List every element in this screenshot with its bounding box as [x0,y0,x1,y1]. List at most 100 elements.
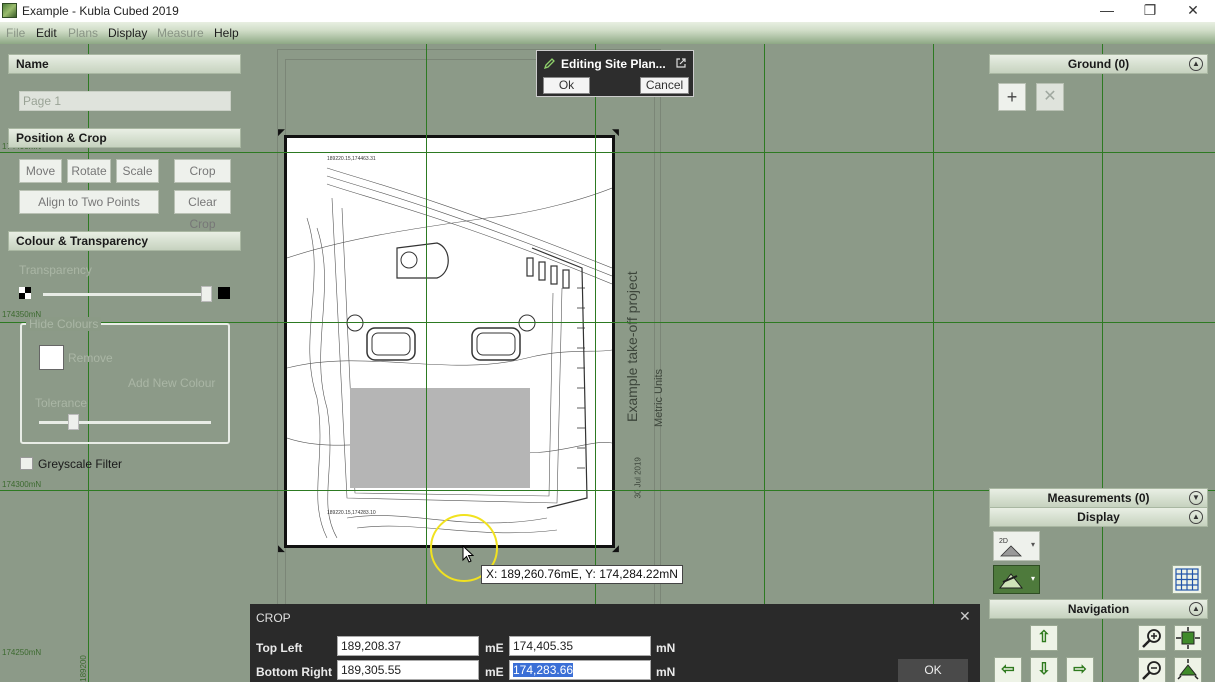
grid-label-east: 189200 [78,655,88,682]
unit-easting-label: mE [485,641,504,655]
align-two-points-button[interactable]: Align to Two Points [19,190,159,214]
add-ground-button[interactable]: + [998,83,1026,111]
surface-icon [998,573,1024,589]
arrow-left-icon: ⇦ [1001,661,1015,678]
zoom-extents-button[interactable] [1174,625,1202,651]
svg-text:2D: 2D [999,538,1008,545]
ground-header[interactable]: Ground (0) ▲ [989,54,1208,74]
measurements-header[interactable]: Measurements (0) ▼ [989,488,1208,508]
tolerance-slider-handle[interactable] [68,414,79,430]
menu-plans[interactable]: Plans [68,26,98,40]
grid-line-vertical [933,44,934,682]
top-left-easting-input[interactable]: 189,208.37 [337,636,479,656]
remove-button[interactable]: Remove [68,351,113,365]
crop-dialog: CROP ✕ Top Left Bottom Right 189,208.37 … [250,604,980,682]
sheet-units: Metric Units [653,368,665,427]
view-2d-dropdown[interactable]: 2D ▾ [993,531,1040,561]
window-title: Example - Kubla Cubed 2019 [22,4,179,18]
bottom-right-northing-input[interactable]: 174,283.66 [509,660,651,680]
menu-file[interactable]: File [6,26,25,40]
grid-label-north: 174300mN [2,480,42,489]
transparency-slider[interactable] [43,293,208,296]
measurements-header-label: Measurements (0) [1047,491,1150,505]
top-left-label: Top Left [256,641,303,655]
pencil-icon [544,58,555,69]
zoom-out-icon [1142,661,1161,680]
transparency-label: Transparency [19,263,92,277]
position-crop-header: Position & Crop [8,128,241,148]
add-new-colour-button[interactable]: Add New Colour [128,376,215,390]
greyscale-checkbox[interactable] [20,457,33,470]
colour-swatch[interactable] [39,345,64,370]
restore-button[interactable]: ❐ [1128,0,1172,22]
site-plan-image[interactable]: 189220.15,174463.31 189220.15,174283.10 [284,135,615,548]
crop-handle-bottom-right[interactable]: ◢ [612,544,620,553]
orbit-button[interactable] [1174,657,1202,682]
crop-handle-top-left[interactable]: ◤ [278,128,286,137]
editing-cancel-button[interactable]: Cancel [640,77,689,94]
navigation-header[interactable]: Navigation ▲ [989,599,1208,619]
pan-right-button[interactable]: ⇨ [1066,657,1094,682]
tolerance-slider[interactable] [39,421,211,424]
zoom-out-button[interactable] [1138,657,1166,682]
mouse-pointer-icon [462,545,474,563]
display-header-label: Display [1077,510,1120,524]
grid-label-north: 174250mN [2,648,42,657]
move-button[interactable]: Move [19,159,62,183]
close-button[interactable]: ✕ [1171,0,1215,22]
checker-icon [19,287,31,299]
sheet-project-title: Example take-off project [624,271,640,422]
chevron-down-icon: ▾ [1030,540,1035,549]
grid-line-vertical [1102,44,1103,682]
site-plan-drawing: 189220.15,174463.31 189220.15,174283.10 [287,156,612,539]
popout-icon[interactable] [675,57,687,69]
plan-coord-bottom: 189220.15,174283.10 [327,510,376,516]
surface-display-dropdown[interactable]: ▾ [993,565,1040,594]
collapse-down-icon[interactable]: ▼ [1189,491,1203,505]
bottom-right-easting-input[interactable]: 189,305.55 [337,660,479,680]
collapse-up-icon[interactable]: ▲ [1189,602,1203,616]
app-logo-icon [2,3,17,18]
hide-colours-label: Hide Colours [26,317,102,331]
zoom-in-button[interactable] [1138,625,1166,651]
editing-site-plan-popup: Editing Site Plan... Ok Cancel [536,50,694,97]
crop-button[interactable]: Crop [174,159,231,183]
crop-ok-button[interactable]: OK [898,659,968,682]
collapse-up-icon[interactable]: ▲ [1189,510,1203,524]
menu-measure[interactable]: Measure [157,26,204,40]
editing-title: Editing Site Plan... [561,57,666,71]
zoom-in-icon [1142,629,1161,648]
grid-line-vertical [595,44,596,682]
minimize-button[interactable]: — [1085,0,1129,22]
page-name-field[interactable]: Page 1 [19,91,231,111]
crop-handle-top-right[interactable]: ◥ [612,128,620,137]
ground-header-label: Ground (0) [1067,57,1130,71]
display-header[interactable]: Display ▲ [989,507,1208,527]
pan-down-button[interactable]: ⇩ [1030,657,1058,682]
pan-up-button[interactable]: ⇧ [1030,625,1058,651]
orbit-icon [1177,659,1199,680]
menu-edit[interactable]: Edit [36,26,57,40]
title-bar: Example - Kubla Cubed 2019 — ❐ ✕ [0,0,1215,22]
pan-left-button[interactable]: ⇦ [994,657,1022,682]
menu-help[interactable]: Help [214,26,239,40]
greyscale-label: Greyscale Filter [38,457,123,471]
editing-ok-button[interactable]: Ok [543,77,590,94]
plan-coord-top: 189220.15,174463.31 [327,156,376,162]
grid-toggle-button[interactable] [1172,565,1202,594]
scale-button[interactable]: Scale [116,159,159,183]
unit-easting-label: mE [485,665,504,679]
view-2d-icon: 2D [999,538,1022,557]
rotate-button[interactable]: Rotate [67,159,111,183]
chevron-down-icon: ▾ [1030,574,1035,583]
menu-display[interactable]: Display [108,26,147,40]
transparency-slider-handle[interactable] [201,286,212,302]
top-left-northing-input[interactable]: 174,405.35 [509,636,651,656]
grid-line-vertical [426,44,427,682]
delete-ground-button[interactable]: ✕ [1036,83,1064,111]
crop-dialog-close-icon[interactable]: ✕ [959,608,971,625]
menu-bar: File Edit Plans Display Measure Help [0,22,1215,44]
clear-crop-button[interactable]: Clear Crop [174,190,231,231]
crop-handle-bottom-left[interactable]: ◣ [278,544,286,553]
collapse-up-icon[interactable]: ▲ [1189,57,1203,71]
